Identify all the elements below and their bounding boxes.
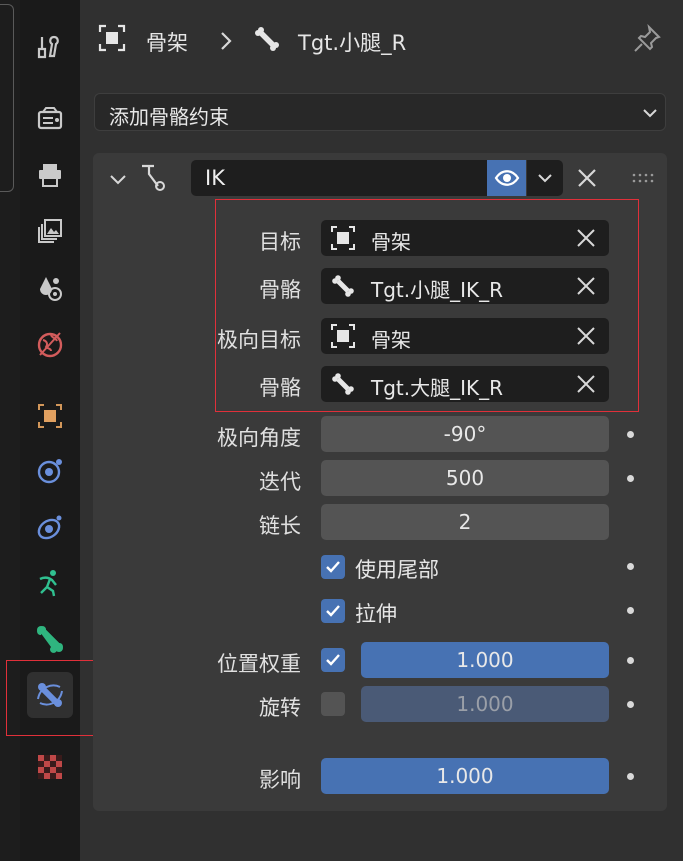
clear-icon[interactable] — [575, 325, 597, 347]
world-icon[interactable] — [27, 321, 73, 367]
target-label: 目标 — [259, 230, 301, 254]
pole-angle-field[interactable]: -90° — [321, 416, 609, 452]
keyframe-dot[interactable] — [627, 773, 634, 780]
chevron-down-icon — [538, 174, 552, 183]
keyframe-dot[interactable] — [627, 607, 634, 614]
rotation-label: 旋转 — [259, 696, 301, 720]
keyframe-dot[interactable] — [627, 701, 634, 708]
clear-icon[interactable] — [575, 275, 597, 297]
collapsed-region-edge — [0, 4, 14, 192]
checkmark-icon — [326, 605, 340, 617]
bone-label: 骨骼 — [259, 278, 301, 302]
texture-icon[interactable] — [27, 744, 73, 790]
bone-icon — [255, 27, 279, 51]
bone-icon — [332, 275, 354, 297]
pole-target-field[interactable]: 骨架 — [321, 318, 609, 354]
chevron-right-icon — [221, 32, 232, 50]
keyframe-dot[interactable] — [627, 431, 634, 438]
stretch-checkbox[interactable] — [321, 599, 345, 623]
scene-icon[interactable] — [27, 265, 73, 311]
ik-constraint-icon — [142, 164, 165, 191]
armature-object-icon — [98, 24, 126, 52]
collapse-chevron-icon[interactable] — [108, 170, 128, 190]
bone-icon — [332, 373, 354, 395]
eye-icon — [494, 170, 519, 186]
add-bone-constraint-label: 添加骨骼约束 — [109, 105, 229, 129]
armature-object-icon — [331, 226, 355, 250]
keyframe-dot[interactable] — [627, 657, 634, 664]
stretch-label: 拉伸 — [355, 602, 397, 626]
iterations-field[interactable]: 500 — [321, 460, 609, 496]
weight-position-slider[interactable]: 1.000 — [361, 642, 609, 678]
bone-field[interactable]: Tgt.小腿_IK_R — [321, 268, 609, 304]
chevron-down-icon — [643, 109, 657, 118]
pole-bone-label: 骨骼 — [259, 376, 301, 400]
breadcrumb-bone[interactable]: Tgt.小腿_R — [298, 27, 406, 57]
clear-icon[interactable] — [575, 373, 597, 395]
tool-icon[interactable] — [27, 24, 73, 70]
use-tail-label: 使用尾部 — [355, 558, 439, 582]
constraint-name-input[interactable]: IK — [191, 160, 487, 196]
add-bone-constraint-dropdown[interactable]: 添加骨骼约束 — [94, 93, 666, 131]
physics-icon[interactable] — [27, 560, 73, 606]
target-field[interactable]: 骨架 — [321, 220, 609, 256]
clear-icon[interactable] — [575, 227, 597, 249]
properties-header: 骨架 Tgt.小腿_R — [80, 0, 683, 82]
rotation-checkbox[interactable] — [321, 692, 345, 716]
pole-bone-field[interactable]: Tgt.大腿_IK_R — [321, 366, 609, 402]
bone-icon[interactable] — [27, 616, 73, 662]
rotation-slider[interactable]: 1.000 — [361, 686, 609, 722]
render-icon[interactable] — [27, 95, 73, 141]
influence-slider[interactable]: 1.000 — [321, 758, 609, 794]
checkmark-icon — [326, 561, 340, 573]
armature-object-icon — [331, 324, 355, 348]
particles-icon[interactable] — [27, 504, 73, 550]
editor-edge-strip — [0, 0, 20, 861]
pole-angle-label: 极向角度 — [217, 426, 301, 450]
close-icon[interactable] — [576, 167, 598, 189]
toggle-visibility-button[interactable] — [487, 160, 526, 196]
influence-label: 影响 — [259, 768, 301, 792]
view-layer-icon[interactable] — [27, 208, 73, 254]
breadcrumb-object[interactable]: 骨架 — [146, 27, 188, 57]
output-icon[interactable] — [27, 152, 73, 198]
object-icon[interactable] — [27, 393, 73, 439]
drag-handle-icon[interactable] — [632, 172, 654, 184]
use-tail-checkbox[interactable] — [321, 555, 345, 579]
chain-length-field[interactable]: 2 — [321, 504, 609, 540]
keyframe-dot[interactable] — [627, 475, 634, 482]
bone-constraint-icon[interactable] — [27, 672, 73, 718]
checkmark-icon — [326, 654, 340, 666]
constraint-menu-button[interactable] — [527, 160, 563, 196]
pin-icon[interactable] — [632, 24, 662, 54]
iterations-label: 迭代 — [259, 470, 301, 494]
weight-position-checkbox[interactable] — [321, 648, 345, 672]
keyframe-dot[interactable] — [627, 563, 634, 570]
pole-target-label: 极向目标 — [217, 328, 301, 352]
chain-length-label: 链长 — [259, 514, 301, 538]
weight-position-label: 位置权重 — [217, 652, 301, 676]
modifier-icon[interactable] — [27, 448, 73, 494]
